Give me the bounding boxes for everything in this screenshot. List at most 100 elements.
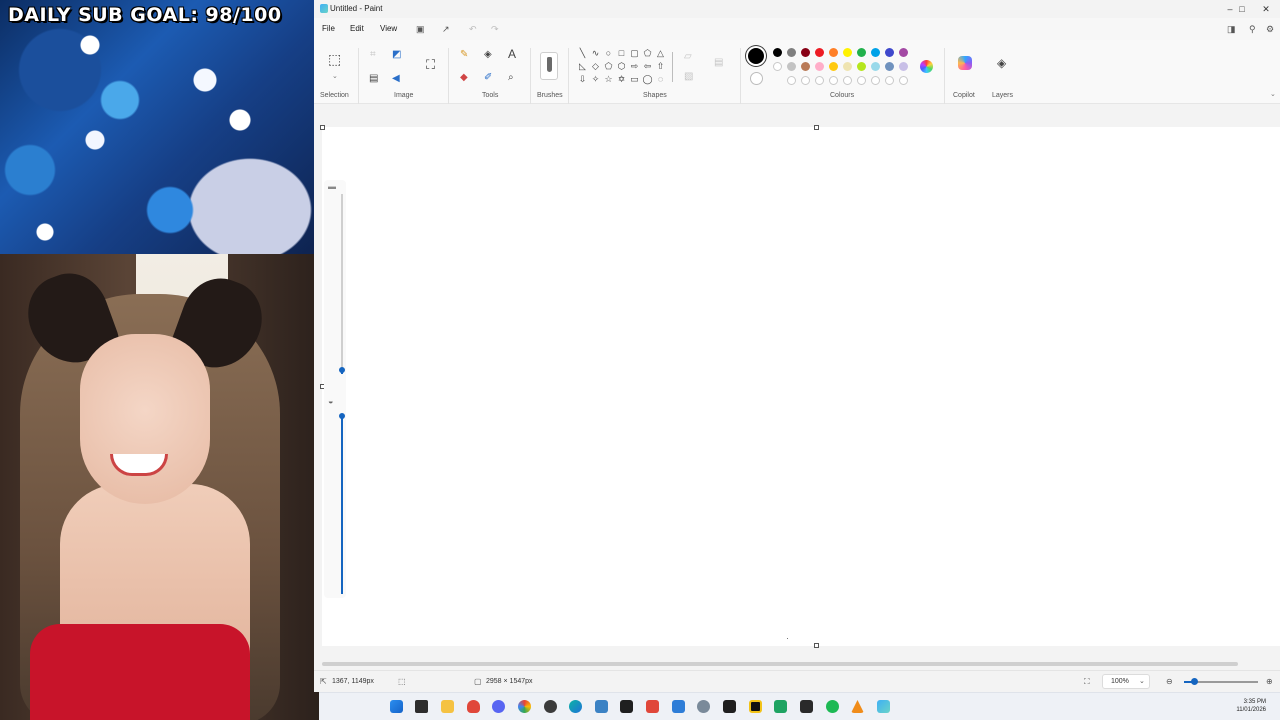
shape-polygon-icon[interactable]: ⬠ <box>642 48 653 59</box>
paint-taskbar-icon[interactable] <box>877 700 890 713</box>
secondary-colour-swatch[interactable] <box>750 72 763 85</box>
chrome-icon[interactable] <box>518 700 531 713</box>
shape-callout-oval-icon[interactable]: ◯ <box>642 74 653 85</box>
shape-fill-icon[interactable]: ▧ <box>684 72 693 82</box>
terminal-icon[interactable] <box>800 700 813 713</box>
shapes-scroll-bar[interactable] <box>672 52 673 82</box>
resize-icon[interactable]: ◩ <box>392 50 401 60</box>
brush-size-slider-thumb[interactable] <box>339 367 345 373</box>
drawing-canvas[interactable] <box>322 127 1280 646</box>
canvas-resize-handle-top[interactable] <box>814 125 819 130</box>
shape-up-arrow-icon[interactable]: ⇧ <box>655 61 666 72</box>
save-icon[interactable]: ▣ <box>416 24 425 35</box>
palette-swatch[interactable] <box>885 62 894 71</box>
shape-line-icon[interactable]: ╲ <box>577 48 588 59</box>
shape-six-point-star-icon[interactable]: ✡ <box>616 74 627 85</box>
system-clock[interactable]: 3:35 PM 11/01/2026 <box>1236 698 1266 714</box>
brush-size-slider[interactable] <box>341 194 343 374</box>
fill-bucket-icon[interactable]: ◈ <box>484 50 492 60</box>
palette-swatch[interactable] <box>871 62 880 71</box>
brushes-button[interactable] <box>540 52 558 80</box>
zoom-in-icon[interactable]: ⊕ <box>1266 677 1273 686</box>
palette-swatch[interactable] <box>787 48 796 57</box>
undo-icon[interactable]: ↶ <box>469 24 477 35</box>
shape-size-icon[interactable]: ▤ <box>714 58 723 68</box>
shape-pentagon-icon[interactable]: ⬠ <box>603 61 614 72</box>
shape-down-arrow-icon[interactable]: ⇩ <box>577 74 588 85</box>
feedback-icon[interactable]: ◨ <box>1227 24 1236 35</box>
settings-gear-icon[interactable]: ⚙ <box>1266 24 1274 35</box>
custom-colour-slot[interactable] <box>829 76 838 85</box>
snipping-tool-icon[interactable] <box>697 700 710 713</box>
game-capture-icon[interactable] <box>723 700 736 713</box>
maximize-button[interactable]: □ <box>1230 2 1254 16</box>
menu-file[interactable]: File <box>322 24 335 33</box>
shape-outline-icon[interactable]: ▱ <box>684 52 692 62</box>
crop-icon[interactable]: ⌗ <box>370 50 376 60</box>
palette-swatch[interactable] <box>773 48 782 57</box>
shape-rounded-rectangle-icon[interactable]: ▢ <box>629 48 640 59</box>
menu-view[interactable]: View <box>380 24 397 33</box>
shape-left-arrow-icon[interactable]: ⇦ <box>642 61 653 72</box>
palette-swatch[interactable] <box>773 62 782 71</box>
notepad-icon[interactable] <box>672 700 685 713</box>
image-select-icon[interactable]: ▤ <box>369 74 378 84</box>
magnifier-icon[interactable]: ⌕ <box>508 73 514 83</box>
shape-five-point-star-icon[interactable]: ☆ <box>603 74 614 85</box>
zoom-level-dropdown[interactable]: 100% ⌄ <box>1102 674 1150 689</box>
task-view-icon[interactable] <box>415 700 428 713</box>
palette-swatch[interactable] <box>843 62 852 71</box>
fit-to-window-icon[interactable]: ⛶ <box>1084 677 1090 687</box>
palette-swatch[interactable] <box>815 48 824 57</box>
shape-four-point-star-icon[interactable]: ✧ <box>590 74 601 85</box>
selection-dropdown-chevron-icon[interactable]: ⌄ <box>332 72 338 82</box>
share-icon[interactable]: ↗ <box>442 24 450 35</box>
bandicam-icon[interactable] <box>749 700 762 713</box>
custom-colour-slot[interactable] <box>899 76 908 85</box>
palette-swatch[interactable] <box>829 48 838 57</box>
palette-swatch[interactable] <box>829 62 838 71</box>
eraser-icon[interactable]: ◆ <box>460 73 468 83</box>
capcut-icon[interactable] <box>620 700 633 713</box>
primary-colour-swatch[interactable] <box>748 48 764 64</box>
opacity-slider-thumb[interactable] <box>339 413 345 419</box>
palette-swatch[interactable] <box>815 62 824 71</box>
palette-swatch[interactable] <box>885 48 894 57</box>
canvas-resize-handle-top-left[interactable] <box>320 125 325 130</box>
opacity-slider[interactable] <box>341 416 343 594</box>
rotate-icon[interactable]: ◀ <box>392 74 400 84</box>
security-shield-icon[interactable] <box>595 700 608 713</box>
palette-swatch[interactable] <box>899 48 908 57</box>
ribbon-collapse-chevron-icon[interactable]: ⌄ <box>1270 90 1276 100</box>
custom-colour-slot[interactable] <box>843 76 852 85</box>
colour-picker-icon[interactable]: ✐ <box>484 73 492 83</box>
palette-swatch[interactable] <box>801 48 810 57</box>
pencil-icon[interactable]: ✎ <box>460 50 468 60</box>
custom-colour-slot[interactable] <box>787 76 796 85</box>
spotify-icon[interactable] <box>826 700 839 713</box>
vlc-icon[interactable] <box>851 700 864 713</box>
shape-triangle-icon[interactable]: △ <box>655 48 666 59</box>
custom-colour-slot[interactable] <box>857 76 866 85</box>
palette-swatch[interactable] <box>857 62 866 71</box>
horizontal-scrollbar[interactable] <box>322 662 1238 666</box>
file-explorer-icon[interactable] <box>441 700 454 713</box>
palette-swatch[interactable] <box>843 48 852 57</box>
shape-right-arrow-icon[interactable]: ⇨ <box>629 61 640 72</box>
image-capture-icon[interactable]: ⛶ <box>426 58 435 71</box>
start-menu-icon[interactable] <box>390 700 403 713</box>
copilot-icon[interactable] <box>958 56 972 70</box>
shape-right-triangle-icon[interactable]: ◺ <box>577 61 588 72</box>
spreadsheet-icon[interactable] <box>774 700 787 713</box>
zoom-out-icon[interactable]: ⊖ <box>1166 677 1173 686</box>
palette-swatch[interactable] <box>787 62 796 71</box>
shape-diamond-icon[interactable]: ◇ <box>590 61 601 72</box>
palette-swatch[interactable] <box>871 48 880 57</box>
custom-colour-slot[interactable] <box>801 76 810 85</box>
redo-icon[interactable]: ↷ <box>491 24 499 35</box>
shape-callout-cloud-icon[interactable]: ◌ <box>655 74 666 85</box>
zoom-slider-thumb[interactable] <box>1191 678 1198 685</box>
palette-swatch[interactable] <box>801 62 810 71</box>
shape-callout-rectangle-icon[interactable]: ▭ <box>629 74 640 85</box>
menu-edit[interactable]: Edit <box>350 24 364 33</box>
